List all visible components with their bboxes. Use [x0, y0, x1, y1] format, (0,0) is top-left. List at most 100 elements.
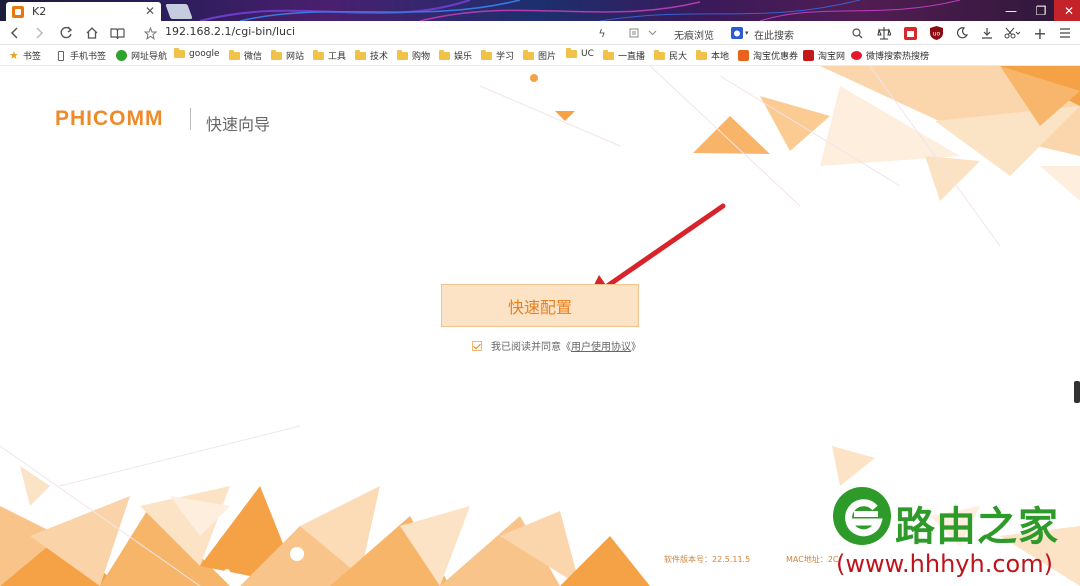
taobao-coupon-icon — [738, 50, 749, 61]
engine-dropdown-icon[interactable]: ▾ — [745, 29, 749, 37]
bookmark-item[interactable]: 工具 — [313, 49, 346, 62]
chevron-down-icon[interactable] — [646, 24, 658, 42]
bookmark-label: 网址导航 — [131, 52, 168, 62]
folder-icon — [654, 49, 665, 60]
folder-icon — [229, 49, 240, 60]
bookmark-label: 淘宝网 — [818, 52, 846, 62]
folder-icon — [603, 49, 614, 60]
bookmark-item[interactable]: 微博搜索热搜榜 — [851, 49, 929, 62]
bookmark-item[interactable]: UC — [566, 48, 594, 59]
bookmark-label: 本地 — [711, 52, 730, 62]
agreement-row: 我已阅读并同意《 用户使用协议》 — [472, 338, 641, 353]
close-window-icon[interactable]: ✕ — [1054, 0, 1080, 21]
bookmark-label: 技术 — [370, 52, 389, 62]
bookmark-item[interactable]: 学习 — [481, 49, 514, 62]
download-icon[interactable] — [980, 24, 994, 42]
bookmark-label: 图片 — [538, 52, 557, 62]
reload-icon[interactable] — [58, 24, 74, 42]
scale-icon[interactable] — [877, 24, 891, 42]
folder-icon — [696, 49, 707, 60]
translate-icon[interactable] — [628, 24, 640, 42]
agree-text: 我已阅读并同意《 — [491, 342, 571, 353]
private-mode-label[interactable]: 无痕浏览 — [674, 27, 714, 42]
bookmark-label: 工具 — [328, 52, 347, 62]
bookmark-item[interactable]: 淘宝优惠券 — [738, 49, 798, 62]
folder-icon — [174, 48, 185, 58]
bookmark-label: 民大 — [669, 52, 688, 62]
night-mode-icon[interactable] — [955, 24, 969, 42]
bookmark-label: 微博搜索热搜榜 — [866, 52, 930, 62]
watermark-url: (www.hhhyh.com) — [836, 550, 1053, 578]
bookmark-item[interactable]: 民大 — [654, 49, 687, 62]
bookmark-item[interactable]: 微信 — [229, 49, 262, 62]
folder-icon — [566, 48, 577, 58]
bookmark-item[interactable]: google — [174, 48, 220, 59]
quick-setup-button[interactable]: 快速配置 — [441, 284, 639, 327]
close-tab-icon[interactable]: ✕ — [145, 4, 155, 18]
bookmark-label: google — [189, 49, 220, 59]
bookmark-item[interactable]: 网址导航 — [116, 49, 167, 62]
search-icon[interactable] — [851, 24, 863, 42]
bookmark-item[interactable]: 娱乐 — [439, 49, 472, 62]
bookmark-item[interactable]: 购物 — [397, 49, 430, 62]
forward-icon[interactable] — [32, 24, 46, 42]
folder-icon — [439, 49, 450, 60]
router-setup-page: PHICOMM 快速向导 快速配置 我已阅读并同意《 用户使用协议》 软件版本号：… — [0, 66, 1080, 586]
folder-icon — [355, 49, 366, 60]
bookmark-star-icon[interactable] — [143, 24, 157, 42]
agree-checkbox[interactable] — [472, 340, 482, 351]
phicomm-favicon-icon — [12, 5, 24, 18]
bookmark-label: 学习 — [496, 52, 515, 62]
watermark-logo-icon — [833, 487, 891, 545]
browser-tab[interactable]: K2 ✕ — [6, 2, 161, 21]
bookmark-label: UC — [581, 49, 594, 59]
scrollbar-thumb[interactable] — [1074, 381, 1080, 403]
bookmark-item[interactable]: 淘宝网 — [803, 49, 845, 62]
reading-mode-icon[interactable] — [109, 24, 125, 42]
ublock-shield-icon[interactable]: uo — [929, 24, 943, 42]
svg-text:uo: uo — [932, 31, 940, 38]
agree-text-end: 》 — [631, 342, 641, 353]
arrow-shaft — [597, 203, 726, 294]
search-engine-icon[interactable] — [730, 24, 744, 42]
maximize-icon[interactable]: ❐ — [1026, 0, 1056, 21]
menu-icon[interactable] — [1058, 24, 1072, 42]
weibo-icon — [851, 51, 862, 60]
bookmark-label: 一直播 — [618, 52, 646, 62]
search-input[interactable]: 在此搜索 — [754, 27, 794, 42]
page-title: 快速向导 — [206, 115, 271, 134]
bookmark-label: 购物 — [412, 52, 431, 62]
mobile-icon — [58, 50, 64, 61]
scissors-icon[interactable] — [1003, 24, 1021, 42]
bookmark-label: 淘宝优惠券 — [753, 52, 799, 62]
tab-title: K2 — [32, 5, 47, 18]
folder-icon — [313, 49, 324, 60]
bookmark-label: 网站 — [286, 52, 305, 62]
bookmark-label: 娱乐 — [454, 52, 473, 62]
user-agreement-link[interactable]: 用户使用协议 — [571, 338, 631, 353]
browser-toolbar: 192.168.2.1/cgi-bin/luci ϟ 无痕浏览 ▾ 在此搜索 u… — [0, 21, 1080, 45]
watermark-title: 路由之家 — [895, 504, 1059, 550]
tab-strip: K2 ✕ — ❐ ✕ — [0, 0, 1080, 21]
bookmark-item[interactable]: ★ 书签 — [9, 49, 41, 62]
bookmark-item[interactable]: 一直播 — [603, 49, 645, 62]
bookmark-item[interactable]: 网站 — [271, 49, 304, 62]
minimize-icon[interactable]: — — [996, 0, 1026, 21]
bookmark-item[interactable]: 本地 — [696, 49, 729, 62]
folder-icon — [397, 49, 408, 60]
bookmark-item[interactable]: 图片 — [523, 49, 556, 62]
firmware-version: 软件版本号：22.5.11.5 — [664, 555, 751, 564]
lightning-icon[interactable]: ϟ — [596, 24, 608, 42]
bookmark-label: 书签 — [22, 52, 41, 62]
tab-strip-background — [199, 0, 961, 21]
folder-icon — [481, 49, 492, 60]
add-icon[interactable]: + — [1033, 24, 1047, 43]
folder-icon — [271, 49, 282, 60]
address-bar[interactable]: 192.168.2.1/cgi-bin/luci — [165, 25, 295, 38]
bookmark-item[interactable]: 手机书签 — [58, 49, 106, 62]
bookmarks-bar: ★ 书签 手机书签 网址导航 google 微信 网站 工具 技术 购物 娱乐 … — [0, 45, 1080, 66]
extension-red-icon[interactable] — [903, 24, 917, 42]
back-icon[interactable] — [8, 24, 22, 42]
bookmark-item[interactable]: 技术 — [355, 49, 388, 62]
home-icon[interactable] — [84, 24, 100, 42]
